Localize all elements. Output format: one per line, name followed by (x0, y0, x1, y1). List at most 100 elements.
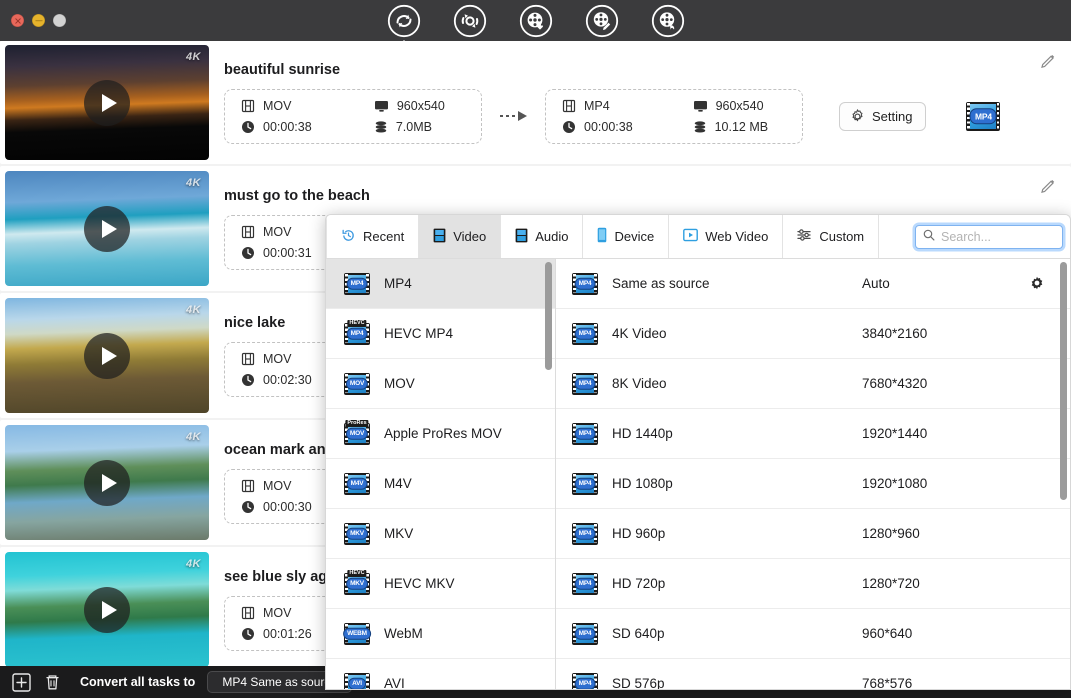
toolbar-downloader-button[interactable] (518, 3, 554, 39)
format-item-mkv[interactable]: MKV MKV (326, 509, 555, 559)
play-icon[interactable] (84, 79, 130, 126)
setting-button[interactable]: Setting (839, 101, 927, 131)
task-info: beautiful sunrise MOV 960x540 00:00:38 7… (209, 62, 1071, 144)
toolbar-editor-button[interactable] (584, 3, 620, 39)
format-item-label: MKV (384, 526, 414, 541)
toolbar-converter-button[interactable] (386, 3, 422, 39)
tab-device[interactable]: Device (583, 215, 670, 258)
preset-settings-button[interactable] (1024, 276, 1050, 292)
tab-audio-label: Audio (535, 229, 569, 244)
edit-task-icon[interactable] (1039, 53, 1057, 76)
search-box[interactable] (915, 224, 1063, 249)
close-window-button[interactable] (11, 14, 24, 27)
format-item-mov[interactable]: MOV MOV (326, 359, 555, 409)
target-meta-box[interactable]: MP4 960x540 00:00:38 10.12 MB (545, 88, 803, 144)
tab-video[interactable]: Video (419, 215, 502, 258)
format-item-hevc-mkv[interactable]: HEVC MKV HEVC MKV (326, 559, 555, 609)
preset-icon-tag: MP4 (574, 277, 596, 290)
preset-list-scrollbar[interactable] (1060, 262, 1067, 500)
monitor-icon (374, 100, 388, 112)
clock-icon (242, 627, 254, 640)
format-icon-tag: MKV (346, 577, 368, 590)
clock-icon (563, 120, 575, 133)
target-format-icon[interactable]: MP4 (966, 101, 1001, 131)
format-item-hevc-mp4[interactable]: HEVC MP4 HEVC MP4 (326, 309, 555, 359)
preset-item-8k-video[interactable]: MP4 8K Video 7680*4320 (556, 359, 1070, 409)
preset-item-sd-640p[interactable]: MP4 SD 640p 960*640 (556, 609, 1070, 659)
format-item-apple-prores-mov[interactable]: ProRes MOV Apple ProRes MOV (326, 409, 555, 459)
target-duration: 00:00:38 (562, 120, 651, 134)
preset-icon: MP4 (572, 472, 598, 495)
preset-icon: MP4 (572, 572, 598, 595)
preset-item-hd-1080p[interactable]: MP4 HD 1080p 1920*1080 (556, 459, 1070, 509)
play-icon[interactable] (84, 459, 130, 506)
clock-icon (242, 500, 254, 513)
preset-resolution: 3840*2160 (862, 326, 928, 341)
target-resolution-value: 960x540 (715, 98, 764, 113)
format-list-panel[interactable]: MP4 MP4 HEVC MP4 HEVC MP4 MOV MOV ProRes… (326, 259, 556, 689)
preset-name: SD 640p (612, 626, 665, 641)
play-icon[interactable] (84, 586, 130, 633)
format-icon-tag: M4V (346, 477, 368, 490)
format-item-webm[interactable]: WEBM WebM (326, 609, 555, 659)
source-size: 7.0MB (374, 120, 465, 134)
preset-item-sd-576p[interactable]: MP4 SD 576p 768*576 (556, 659, 1070, 689)
preset-name: HD 960p (612, 526, 666, 541)
format-icon-tag: MKV (346, 527, 368, 540)
tab-custom[interactable]: Custom (783, 215, 880, 258)
preset-item-hd-1440p[interactable]: MP4 HD 1440p 1920*1440 (556, 409, 1070, 459)
preset-icon-tag: MP4 (574, 377, 596, 390)
clock-icon (242, 373, 254, 386)
film-icon (241, 99, 255, 112)
table-row[interactable]: 4K beautiful sunrise MOV 960x540 00:00:3… (0, 41, 1071, 164)
format-icon: M4V (344, 472, 370, 495)
video-thumbnail[interactable]: 4K (5, 171, 209, 286)
source-format-value: MOV (263, 478, 292, 493)
format-picker-popup[interactable]: Recent Video Audio Device Web Video Cust… (325, 214, 1071, 690)
video-thumbnail[interactable]: 4K (5, 45, 209, 160)
preset-icon-tag: MP4 (574, 677, 596, 689)
video-thumbnail[interactable]: 4K (5, 552, 209, 666)
source-format-value: MOV (263, 224, 292, 239)
tab-recent[interactable]: Recent (326, 215, 420, 258)
preset-list-panel[interactable]: MP4 Same as source Auto MP4 4K Video 384… (556, 259, 1070, 689)
tab-audio[interactable]: Audio (501, 215, 584, 258)
source-duration: 00:00:38 (241, 120, 332, 134)
target-duration-value: 00:00:38 (584, 119, 633, 134)
format-icon: HEVC MKV (344, 569, 370, 595)
preset-item-same-as-source[interactable]: MP4 Same as source Auto (556, 259, 1070, 309)
zoom-window-button[interactable] (53, 14, 66, 27)
format-item-m4v[interactable]: M4V M4V (326, 459, 555, 509)
app-window: 4K beautiful sunrise MOV 960x540 00:00:3… (0, 0, 1071, 698)
video-thumbnail[interactable]: 4K (5, 298, 209, 413)
format-item-mp4[interactable]: MP4 MP4 (326, 259, 555, 309)
plus-icon[interactable] (12, 672, 31, 692)
play-icon[interactable] (84, 205, 130, 252)
toolbar-compressor-button[interactable] (452, 3, 488, 39)
edit-task-icon[interactable] (1039, 178, 1057, 201)
toolbar-toolbox-button[interactable] (650, 3, 686, 39)
format-icon-tag: MP4 (346, 277, 368, 290)
preset-item-hd-720p[interactable]: MP4 HD 720p 1280*720 (556, 559, 1070, 609)
preset-list[interactable]: MP4 Same as source Auto MP4 4K Video 384… (556, 259, 1070, 689)
preset-item-4k-video[interactable]: MP4 4K Video 3840*2160 (556, 309, 1070, 359)
monitor-icon (693, 100, 707, 112)
preset-icon: MP4 (572, 322, 598, 345)
target-resolution: 960x540 (693, 99, 786, 113)
preset-name: 4K Video (612, 326, 667, 341)
video-thumbnail[interactable]: 4K (5, 425, 209, 540)
format-list[interactable]: MP4 MP4 HEVC MP4 HEVC MP4 MOV MOV ProRes… (326, 259, 555, 689)
minimize-window-button[interactable] (32, 14, 45, 27)
preset-item-hd-960p[interactable]: MP4 HD 960p 1280*960 (556, 509, 1070, 559)
search-input[interactable] (941, 229, 1055, 244)
preset-icon-tag: MP4 (574, 477, 596, 490)
trash-icon[interactable] (43, 673, 62, 692)
tab-web-video[interactable]: Web Video (669, 215, 784, 258)
format-item-avi[interactable]: AVI AVI (326, 659, 555, 689)
resolution-badge: 4K (185, 304, 201, 316)
database-icon (375, 120, 387, 132)
play-icon[interactable] (84, 332, 130, 379)
gear-icon (852, 108, 863, 121)
preset-name: HD 720p (612, 576, 666, 591)
format-list-scrollbar[interactable] (545, 262, 552, 370)
